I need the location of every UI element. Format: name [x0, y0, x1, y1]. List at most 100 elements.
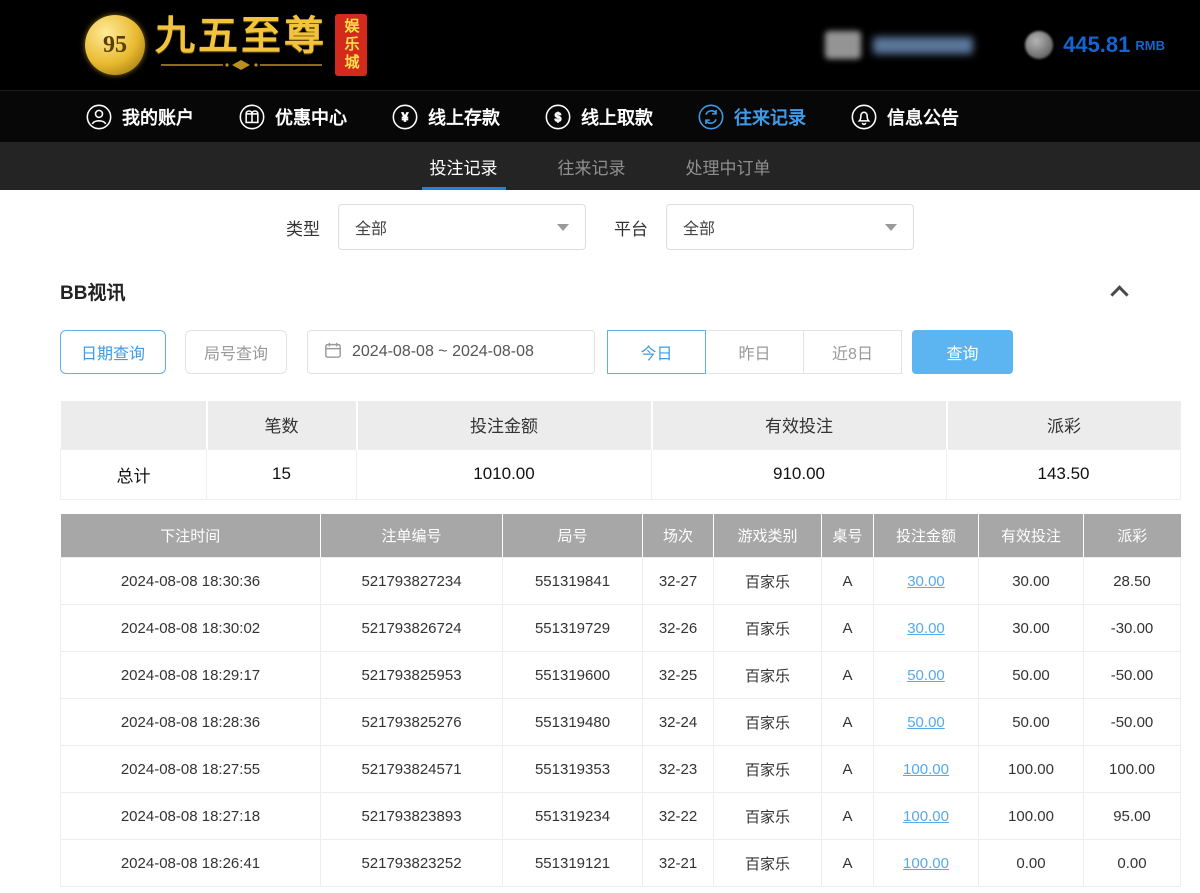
summary-table: 笔数投注金额有效投注派彩 总计151010.00910.00143.50 — [60, 401, 1181, 500]
date-query-button[interactable]: 日期查询 — [60, 330, 166, 374]
filters-row: 类型 全部 平台 全部 — [0, 204, 1200, 250]
withdraw-icon: $ — [544, 103, 572, 131]
platform-select[interactable]: 全部 — [666, 204, 914, 250]
bet-amount-cell: 100.00 — [874, 746, 979, 793]
type-filter-group: 类型 全部 — [286, 204, 586, 250]
type-select[interactable]: 全部 — [338, 204, 586, 250]
logo-title: 九五至尊 — [155, 15, 327, 57]
svg-text:$: $ — [555, 110, 562, 124]
platform-filter-label: 平台 — [614, 215, 648, 240]
search-button[interactable]: 查询 — [912, 330, 1013, 374]
section-title: BB视讯 — [60, 278, 125, 305]
bets-cell: 百家乐 — [714, 840, 822, 887]
bet-amount-cell: 30.00 — [874, 605, 979, 652]
user-area: 445.81 RMB — [825, 31, 1165, 59]
bets-cell: 2024-08-08 18:28:36 — [61, 699, 321, 746]
bets-header-cell: 下注时间 — [61, 514, 321, 558]
logo-emblem-icon: 95 — [85, 15, 145, 75]
bets-cell: A — [822, 746, 874, 793]
quick-range-button-3[interactable]: 近8日 — [803, 330, 902, 374]
balance-amount: 445.81 — [1063, 32, 1130, 58]
bet-amount-cell: 50.00 — [874, 699, 979, 746]
bet-amount-link[interactable]: 100.00 — [903, 855, 949, 872]
bets-cell: 521793825953 — [321, 652, 503, 699]
bets-cell: 95.00 — [1084, 793, 1181, 840]
logo[interactable]: 95 九五至尊 娱乐城 — [85, 14, 367, 76]
bets-cell: 32-24 — [643, 699, 714, 746]
bets-cell: -50.00 — [1084, 652, 1181, 699]
bet-amount-link[interactable]: 50.00 — [907, 714, 945, 731]
subnav-tab-2[interactable]: 往来记录 — [554, 142, 630, 190]
username-redacted — [873, 37, 973, 54]
table-row: 2024-08-08 18:27:55521793824571551319353… — [61, 746, 1181, 793]
bets-header-cell: 投注金额 — [874, 514, 979, 558]
quick-range-button-2[interactable]: 昨日 — [705, 330, 804, 374]
summary-total-row: 总计151010.00910.00143.50 — [61, 449, 1181, 499]
bets-cell: 百家乐 — [714, 746, 822, 793]
gift-icon — [238, 103, 266, 131]
subnav-tab-3[interactable]: 处理中订单 — [682, 142, 775, 190]
top-header: 95 九五至尊 娱乐城 445.81 RMB — [0, 0, 1200, 90]
table-row: 2024-08-08 18:26:41521793823252551319121… — [61, 840, 1181, 887]
bets-cell: 521793827234 — [321, 558, 503, 605]
type-select-value: 全部 — [355, 215, 387, 239]
round-query-button[interactable]: 局号查询 — [185, 330, 287, 374]
bets-cell: 551319600 — [503, 652, 643, 699]
summary-header-row: 笔数投注金额有效投注派彩 — [61, 401, 1181, 449]
chevron-down-icon — [885, 224, 897, 231]
bet-amount-link[interactable]: 100.00 — [903, 808, 949, 825]
nav-item-label: 我的账户 — [122, 104, 194, 130]
nav-item-6[interactable]: 信息公告 — [850, 103, 959, 131]
bets-cell: A — [822, 558, 874, 605]
table-row: 2024-08-08 18:29:17521793825953551319600… — [61, 652, 1181, 699]
bets-cell: 0.00 — [979, 840, 1084, 887]
balance-currency: RMB — [1135, 38, 1165, 53]
bets-cell: 32-21 — [643, 840, 714, 887]
table-row: 2024-08-08 18:28:36521793825276551319480… — [61, 699, 1181, 746]
date-range-input[interactable]: 2024-08-08 ~ 2024-08-08 — [307, 330, 595, 374]
main-nav: 我的账户 优惠中心 ¥线上存款 $ 线上取款 往来记录 信息公告 — [0, 90, 1200, 142]
user-avatar-icon[interactable] — [825, 31, 861, 59]
bet-amount-link[interactable]: 30.00 — [907, 573, 945, 590]
bet-amount-cell: 100.00 — [874, 793, 979, 840]
collapse-chevron-up-icon[interactable] — [1110, 285, 1128, 303]
bets-cell: 30.00 — [979, 558, 1084, 605]
summary-header-cell: 笔数 — [207, 401, 357, 449]
deposit-icon: ¥ — [391, 103, 419, 131]
bets-header-cell: 局号 — [503, 514, 643, 558]
bet-amount-link[interactable]: 50.00 — [907, 667, 945, 684]
bets-cell: 2024-08-08 18:30:02 — [61, 605, 321, 652]
nav-item-4[interactable]: $ 线上取款 — [544, 103, 653, 131]
nav-item-5[interactable]: 往来记录 — [697, 103, 806, 131]
platform-filter-group: 平台 全部 — [614, 204, 914, 250]
query-toolbar: 日期查询 局号查询 2024-08-08 ~ 2024-08-08 今日昨日近8… — [60, 329, 1140, 375]
bets-table: 下注时间注单编号局号场次游戏类别桌号投注金额有效投注派彩 2024-08-08 … — [60, 514, 1181, 888]
nav-item-label: 线上取款 — [581, 104, 653, 130]
bet-amount-link[interactable]: 30.00 — [907, 620, 945, 637]
bets-cell: 521793823252 — [321, 840, 503, 887]
bets-cell: 百家乐 — [714, 793, 822, 840]
table-row: 2024-08-08 18:30:36521793827234551319841… — [61, 558, 1181, 605]
bets-cell: 50.00 — [979, 652, 1084, 699]
quick-range-button-1[interactable]: 今日 — [607, 330, 706, 374]
bets-cell: 521793823893 — [321, 793, 503, 840]
summary-header-cell: 投注金额 — [357, 401, 652, 449]
nav-item-1[interactable]: 我的账户 — [85, 103, 194, 131]
type-filter-label: 类型 — [286, 215, 320, 240]
summary-header-cell: 派彩 — [947, 401, 1181, 449]
summary-header-cell: 有效投注 — [652, 401, 947, 449]
bets-cell: 551319353 — [503, 746, 643, 793]
bets-cell: 2024-08-08 18:26:41 — [61, 840, 321, 887]
bet-amount-link[interactable]: 100.00 — [903, 761, 949, 778]
bets-header-cell: 注单编号 — [321, 514, 503, 558]
records-icon — [697, 103, 725, 131]
logo-badge: 娱乐城 — [335, 14, 367, 76]
nav-item-3[interactable]: ¥线上存款 — [391, 103, 500, 131]
bets-cell: 50.00 — [979, 699, 1084, 746]
subnav-tab-1[interactable]: 投注记录 — [426, 142, 502, 190]
bets-cell: 2024-08-08 18:29:17 — [61, 652, 321, 699]
nav-item-2[interactable]: 优惠中心 — [238, 103, 347, 131]
bet-amount-cell: 100.00 — [874, 840, 979, 887]
platform-select-value: 全部 — [683, 215, 715, 239]
date-range-value: 2024-08-08 ~ 2024-08-08 — [352, 343, 534, 361]
